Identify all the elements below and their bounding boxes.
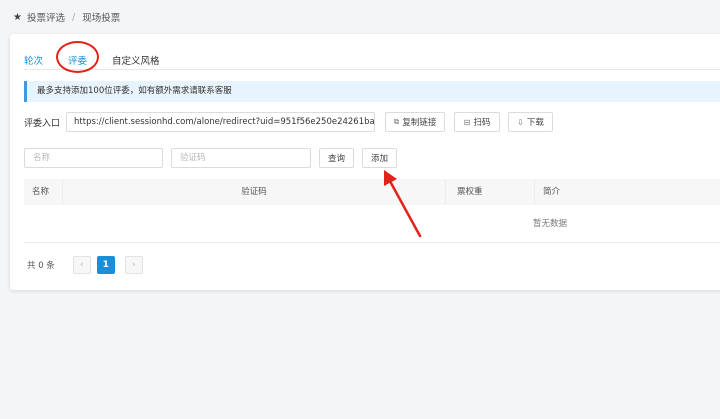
column-header-name: 名称	[32, 187, 50, 197]
main-card: 轮次 评委 自定义风格 最多支持添加100位评委，如有额外需求请联系客服 评委入…	[10, 34, 720, 290]
tab-bar: 轮次 评委 自定义风格	[24, 48, 720, 70]
breadcrumb-separator: /	[71, 11, 76, 23]
judge-entry-label: 评委入口	[24, 118, 61, 129]
name-search-input[interactable]	[24, 148, 163, 168]
notice-banner: 最多支持添加100位评委，如有额外需求请联系客服	[24, 81, 720, 102]
star-icon: ★	[13, 11, 22, 23]
scan-code-button[interactable]: ⊟ 扫码	[454, 112, 501, 132]
judges-table: 名称 验证码 票权重 简介 暂无数据	[24, 179, 720, 243]
scan-code-label: 扫码	[473, 118, 491, 128]
judge-entry-row: 评委入口 https://client.sessionhd.com/alone/…	[24, 112, 554, 132]
qrcode-icon: ⊟	[463, 117, 471, 127]
column-header-intro: 简介	[543, 187, 561, 197]
pagination: 共 0 条 ‹ 1 ›	[27, 256, 143, 274]
query-button[interactable]: 查询	[319, 148, 354, 168]
tab-custom-style[interactable]: 自定义风格	[112, 48, 160, 67]
empty-state-text: 暂无数据	[532, 219, 567, 229]
copy-link-button[interactable]: ⧉ 复制链接	[385, 112, 446, 132]
copy-link-label: 复制链接	[402, 118, 437, 128]
code-search-input[interactable]	[171, 148, 311, 168]
copy-icon: ⧉	[393, 117, 400, 126]
breadcrumb: ★ 投票评选 / 现场投票	[13, 10, 121, 25]
page-1-button[interactable]: 1	[96, 256, 115, 274]
tab-rounds[interactable]: 轮次	[24, 48, 43, 67]
prev-page-button[interactable]: ‹	[72, 256, 91, 274]
column-header-code: 验证码	[62, 179, 446, 205]
column-header-weight: 票权重	[446, 179, 535, 205]
breadcrumb-item-live-vote: 现场投票	[82, 13, 121, 24]
add-judge-button[interactable]: 添加	[362, 148, 397, 168]
total-count: 共 0 条	[27, 261, 55, 271]
download-button[interactable]: ⇩ 下载	[508, 112, 554, 132]
download-label: 下载	[526, 118, 544, 128]
judge-entry-url[interactable]: https://client.sessionhd.com/alone/redir…	[66, 112, 376, 132]
annotation-circle	[56, 41, 99, 73]
download-icon: ⇩	[517, 117, 524, 127]
table-header: 名称 验证码 票权重 简介	[24, 179, 720, 205]
next-page-button[interactable]: ›	[124, 256, 143, 274]
search-row: 查询 添加	[24, 148, 397, 168]
breadcrumb-item-vote[interactable]: 投票评选	[27, 10, 65, 24]
